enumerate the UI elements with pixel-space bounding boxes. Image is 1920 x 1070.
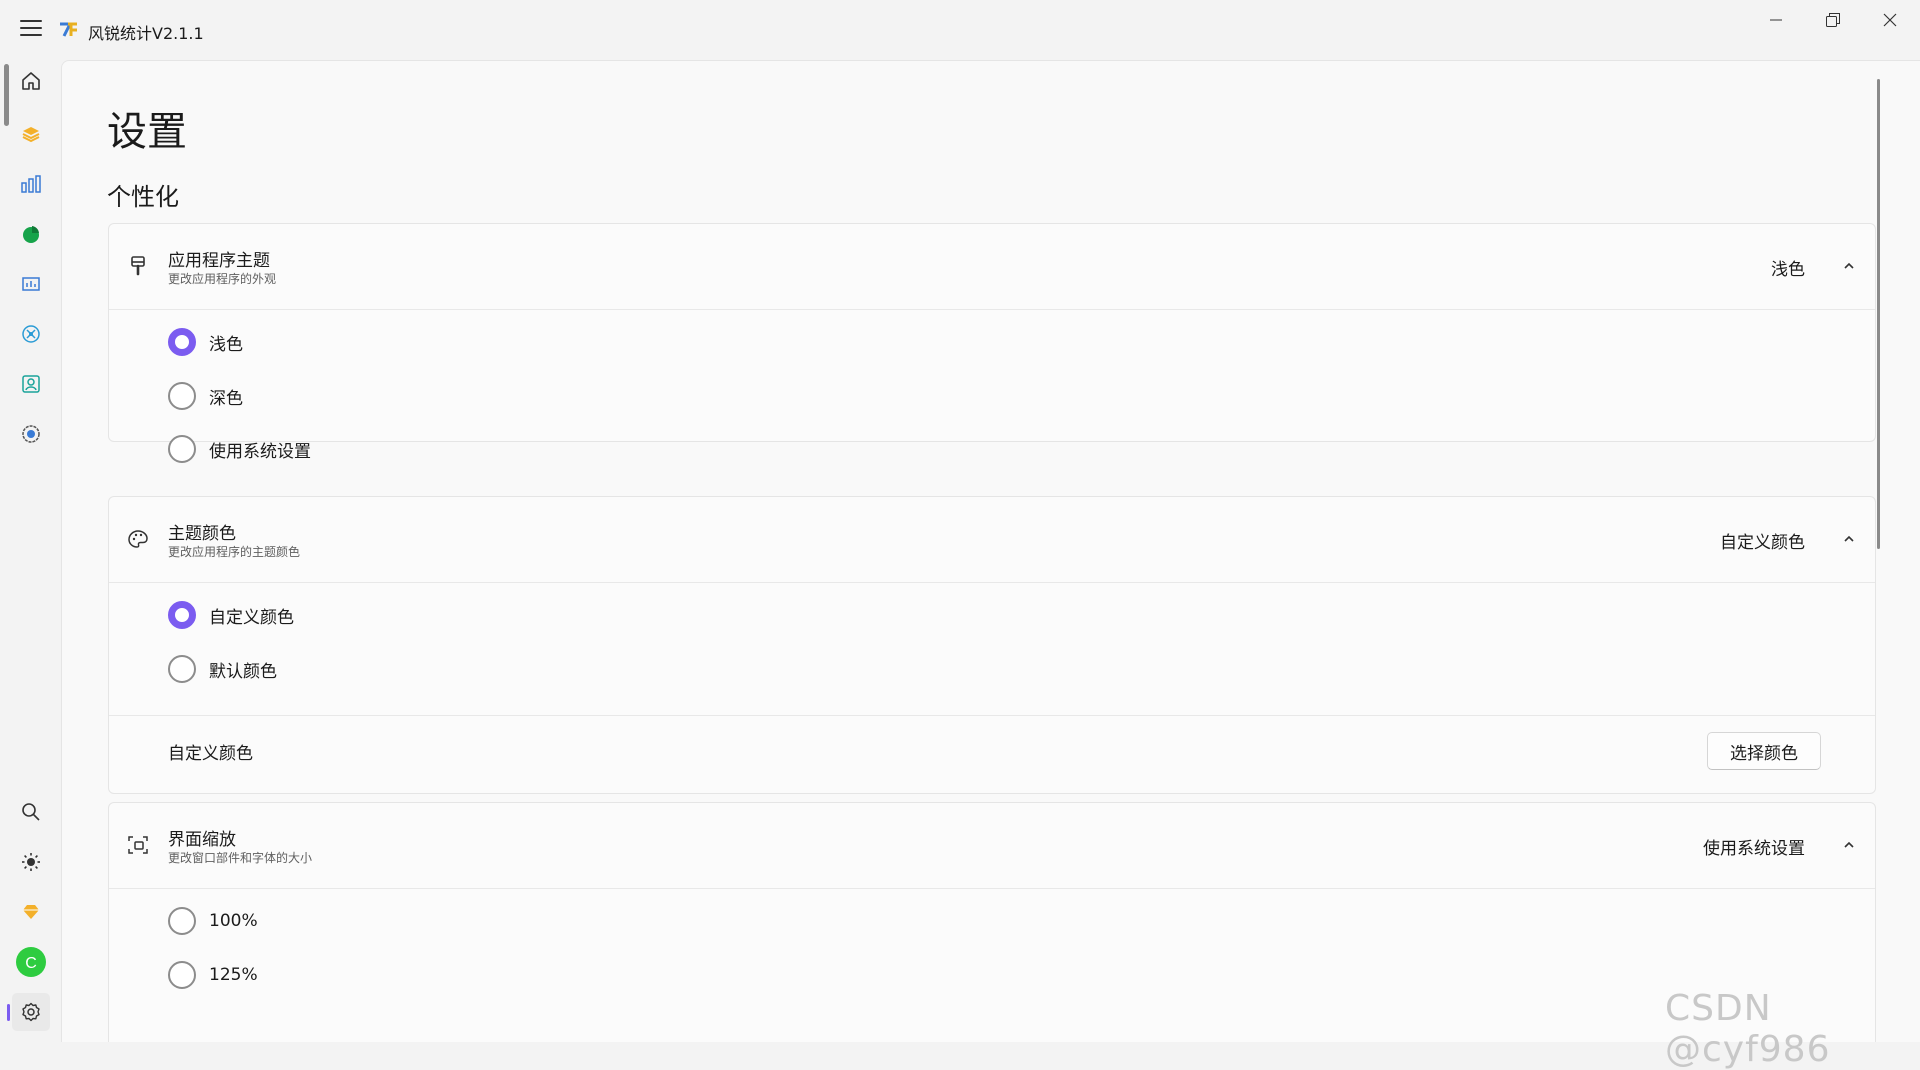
paint-brush-icon	[131, 256, 145, 276]
nav-avatar[interactable]: C	[12, 943, 50, 981]
scale-icon	[128, 836, 148, 854]
page-title: 设置	[107, 109, 187, 155]
settings-page: 设置 个性化 应用程序主题 更改应用程序的外观 浅色 浅色 深色 使用系统设置 …	[61, 60, 1920, 1042]
content-scrollbar[interactable]	[1877, 79, 1880, 549]
brightness-icon	[22, 853, 40, 871]
nav-home[interactable]	[12, 62, 50, 100]
settings-icon	[22, 1002, 40, 1022]
color-option-custom[interactable]: 自定义颜色	[168, 600, 294, 630]
nav-premium[interactable]	[12, 893, 50, 931]
radio-button-checked[interactable]	[168, 328, 196, 356]
close-button[interactable]	[1862, 0, 1918, 40]
radio-label: 使用系统设置	[209, 441, 311, 462]
radio-label: 深色	[209, 388, 243, 409]
color-card-subtitle: 更改应用程序的主题颜色	[168, 545, 301, 559]
nav-brightness[interactable]	[12, 843, 50, 881]
dashboard-icon	[22, 277, 40, 291]
radio-button[interactable]	[168, 382, 196, 410]
radio-label: 自定义颜色	[209, 607, 294, 628]
watermark: CSDN @cyf986	[1665, 988, 1831, 1070]
radio-label: 默认颜色	[209, 661, 277, 682]
color-card: 主题颜色 更改应用程序的主题颜色 自定义颜色 自定义颜色 默认颜色 自定义颜色 …	[108, 496, 1876, 794]
radio-button[interactable]	[168, 961, 196, 989]
radio-label: 浅色	[209, 334, 243, 355]
restore-button[interactable]	[1805, 0, 1861, 40]
minimize-icon	[1770, 19, 1782, 21]
title-bar: 风锐统计V2.1.1	[0, 0, 1920, 60]
radio-button-checked[interactable]	[168, 601, 196, 629]
section-title: 个性化	[107, 183, 179, 211]
avatar: C	[16, 947, 46, 977]
custom-color-label: 自定义颜色	[168, 744, 253, 764]
layers-icon	[22, 127, 40, 143]
globe-icon	[22, 425, 40, 443]
scale-card: 界面缩放 更改窗口部件和字体的大小 使用系统设置 100% 125%	[108, 802, 1876, 1042]
color-card-title: 主题颜色	[168, 524, 236, 544]
nav-dashboard[interactable]	[12, 265, 50, 303]
color-card-header[interactable]: 主题颜色 更改应用程序的主题颜色 自定义颜色	[109, 497, 1875, 583]
color-card-value: 自定义颜色	[1720, 533, 1805, 553]
radio-label: 125%	[209, 965, 258, 985]
theme-option-system[interactable]: 使用系统设置	[168, 434, 311, 464]
app-title: 风锐统计V2.1.1	[88, 24, 204, 43]
navigation-rail: C	[0, 60, 60, 1042]
nav-search[interactable]	[12, 793, 50, 831]
hamburger-menu-icon[interactable]	[20, 20, 42, 38]
report-icon	[22, 375, 40, 393]
nav-layers[interactable]	[12, 115, 50, 153]
palette-icon	[128, 530, 148, 548]
radio-button[interactable]	[168, 907, 196, 935]
nav-globe[interactable]	[12, 415, 50, 453]
radio-button[interactable]	[168, 435, 196, 463]
scale-card-header[interactable]: 界面缩放 更改窗口部件和字体的大小 使用系统设置	[109, 803, 1875, 889]
theme-card-value: 浅色	[1771, 260, 1805, 280]
nav-settings[interactable]	[7, 993, 50, 1031]
scale-option-100[interactable]: 100%	[168, 906, 258, 936]
search-icon	[22, 803, 40, 821]
minimize-button[interactable]	[1748, 0, 1804, 40]
theme-option-light[interactable]: 浅色	[168, 327, 243, 357]
scale-card-subtitle: 更改窗口部件和字体的大小	[168, 851, 313, 865]
nav-network[interactable]	[12, 315, 50, 353]
close-icon	[1883, 13, 1897, 27]
chevron-up-icon[interactable]	[1841, 258, 1857, 274]
svg-text:C: C	[25, 955, 37, 972]
scale-option-125[interactable]: 125%	[168, 960, 258, 990]
diamond-icon	[23, 905, 39, 919]
bar-chart-icon	[21, 175, 41, 193]
nav-bar-chart[interactable]	[12, 165, 50, 203]
color-option-default[interactable]: 默认颜色	[168, 654, 277, 684]
rail-scrollbar[interactable]	[4, 64, 9, 126]
theme-card-header[interactable]: 应用程序主题 更改应用程序的外观 浅色	[109, 224, 1875, 310]
chevron-up-icon[interactable]	[1841, 531, 1857, 547]
scale-card-title: 界面缩放	[168, 830, 236, 850]
theme-option-dark[interactable]: 深色	[168, 381, 243, 411]
nav-report[interactable]	[12, 365, 50, 403]
choose-color-button[interactable]: 选择颜色	[1707, 732, 1821, 770]
divider	[109, 715, 1875, 716]
radio-button[interactable]	[168, 655, 196, 683]
scale-card-value: 使用系统设置	[1703, 839, 1805, 859]
pie-chart-icon	[23, 226, 39, 243]
theme-card-title: 应用程序主题	[168, 251, 270, 271]
radio-label: 100%	[209, 911, 258, 931]
nav-pie-chart[interactable]	[12, 215, 50, 253]
restore-icon	[1826, 13, 1840, 27]
network-icon	[22, 325, 40, 343]
app-logo-icon	[60, 22, 77, 37]
theme-card-subtitle: 更改应用程序的外观	[168, 272, 277, 286]
home-icon	[22, 72, 40, 90]
theme-card: 应用程序主题 更改应用程序的外观 浅色 浅色 深色 使用系统设置	[108, 223, 1876, 463]
chevron-up-icon[interactable]	[1841, 837, 1857, 853]
